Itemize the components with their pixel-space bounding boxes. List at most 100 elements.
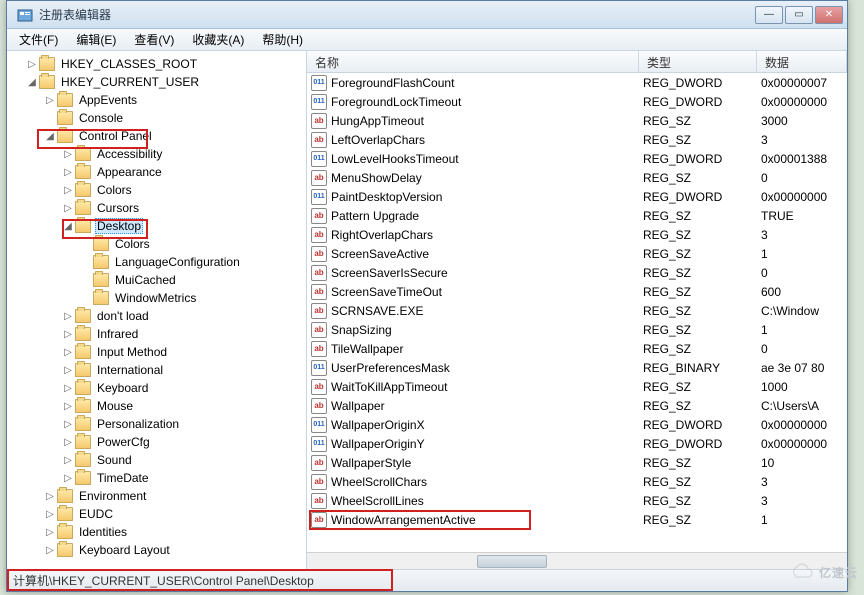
tree-node-don-t-load[interactable]: ▷don't load	[7, 307, 306, 325]
value-row[interactable]: ScreenSaveActiveREG_SZ1	[307, 244, 847, 263]
value-row[interactable]: WallpaperREG_SZC:\Users\A	[307, 396, 847, 415]
menu-2[interactable]: 查看(V)	[126, 29, 182, 50]
tree-node-mouse[interactable]: ▷Mouse	[7, 397, 306, 415]
value-row[interactable]: HungAppTimeoutREG_SZ3000	[307, 111, 847, 130]
expander-icon[interactable]: ◢	[61, 221, 75, 232]
expander-icon[interactable]: ▷	[61, 401, 75, 412]
tree-node-eudc[interactable]: ▷EUDC	[7, 505, 306, 523]
minimize-button[interactable]: —	[755, 6, 783, 24]
tree-label: Environment	[77, 489, 148, 503]
expander-icon[interactable]: ▷	[61, 347, 75, 358]
tree-node-windowmetrics[interactable]: ▷WindowMetrics	[7, 289, 306, 307]
expander-icon[interactable]: ▷	[61, 383, 75, 394]
menu-1[interactable]: 编辑(E)	[68, 29, 124, 50]
value-row[interactable]: ForegroundFlashCountREG_DWORD0x00000007	[307, 73, 847, 92]
tree-node-hkey-classes-root[interactable]: ▷HKEY_CLASSES_ROOT	[7, 55, 306, 73]
column-type[interactable]: 类型	[639, 51, 757, 72]
value-row[interactable]: RightOverlapCharsREG_SZ3	[307, 225, 847, 244]
tree-node-infrared[interactable]: ▷Infrared	[7, 325, 306, 343]
expander-icon[interactable]: ▷	[61, 437, 75, 448]
tree-node-environment[interactable]: ▷ Environment	[7, 487, 306, 505]
expander-icon[interactable]: ▷	[43, 527, 57, 538]
expander-icon[interactable]: ▷	[43, 545, 57, 556]
column-data[interactable]: 数据	[757, 51, 847, 72]
expander-icon[interactable]: ▷	[61, 167, 75, 178]
tree-node-accessibility[interactable]: ▷Accessibility	[7, 145, 306, 163]
tree-node-input-method[interactable]: ▷Input Method	[7, 343, 306, 361]
expander-icon[interactable]: ▷	[61, 473, 75, 484]
tree-node-appearance[interactable]: ▷Appearance	[7, 163, 306, 181]
list-body[interactable]: ForegroundFlashCountREG_DWORD0x00000007F…	[307, 73, 847, 552]
tree-node-timedate[interactable]: ▷TimeDate	[7, 469, 306, 487]
expander-icon[interactable]: ▷	[61, 311, 75, 322]
expander-icon[interactable]: ▷	[43, 509, 57, 520]
value-row[interactable]: TileWallpaperREG_SZ0	[307, 339, 847, 358]
tree-node-colors[interactable]: ▷Colors	[7, 235, 306, 253]
expander-icon[interactable]: ▷	[61, 365, 75, 376]
title-bar[interactable]: 注册表编辑器 — ▭ ✕	[7, 1, 847, 29]
value-row[interactable]: SCRNSAVE.EXEREG_SZC:\Window	[307, 301, 847, 320]
value-row[interactable]: WheelScrollLinesREG_SZ3	[307, 491, 847, 510]
value-row[interactable]: MenuShowDelayREG_SZ0	[307, 168, 847, 187]
value-row[interactable]: ScreenSaverIsSecureREG_SZ0	[307, 263, 847, 282]
expander-icon[interactable]: ▷	[43, 491, 57, 502]
string-value-icon	[311, 398, 327, 414]
tree-node-colors[interactable]: ▷Colors	[7, 181, 306, 199]
folder-icon	[75, 201, 91, 215]
tree-label: Personalization	[95, 417, 181, 431]
expander-icon[interactable]: ▷	[61, 203, 75, 214]
scrollbar-thumb[interactable]	[477, 555, 547, 568]
tree-node-keyboard[interactable]: ▷Keyboard	[7, 379, 306, 397]
expander-icon[interactable]: ▷	[61, 419, 75, 430]
value-row[interactable]: ForegroundLockTimeoutREG_DWORD0x00000000	[307, 92, 847, 111]
tree-node-appevents[interactable]: ▷AppEvents	[7, 91, 306, 109]
value-row[interactable]: WaitToKillAppTimeoutREG_SZ1000	[307, 377, 847, 396]
expander-icon[interactable]: ▷	[61, 185, 75, 196]
tree-node-powercfg[interactable]: ▷PowerCfg	[7, 433, 306, 451]
close-button[interactable]: ✕	[815, 6, 843, 24]
value-row[interactable]: LeftOverlapCharsREG_SZ3	[307, 130, 847, 149]
tree-node-keyboard-layout[interactable]: ▷Keyboard Layout	[7, 541, 306, 559]
tree-node-muicached[interactable]: ▷MuiCached	[7, 271, 306, 289]
value-row[interactable]: WindowArrangementActiveREG_SZ1	[307, 510, 847, 529]
column-name[interactable]: 名称	[307, 51, 639, 72]
value-type: REG_SZ	[639, 133, 757, 147]
value-row[interactable]: UserPreferencesMaskREG_BINARYae 3e 07 80	[307, 358, 847, 377]
value-row[interactable]: LowLevelHooksTimeoutREG_DWORD0x00001388	[307, 149, 847, 168]
expander-icon[interactable]: ▷	[61, 149, 75, 160]
value-row[interactable]: WallpaperOriginYREG_DWORD0x00000000	[307, 434, 847, 453]
tree-node-international[interactable]: ▷International	[7, 361, 306, 379]
menu-0[interactable]: 文件(F)	[11, 29, 66, 50]
expander-icon[interactable]: ◢	[43, 131, 57, 142]
string-value-icon	[311, 341, 327, 357]
expander-icon[interactable]: ▷	[61, 329, 75, 340]
folder-icon	[75, 345, 91, 359]
menu-4[interactable]: 帮助(H)	[254, 29, 311, 50]
tree-node-desktop[interactable]: ◢Desktop	[7, 217, 306, 235]
value-row[interactable]: ScreenSaveTimeOutREG_SZ600	[307, 282, 847, 301]
tree-node-hkey-current-user[interactable]: ◢HKEY_CURRENT_USER	[7, 73, 306, 91]
tree-node-languageconfiguration[interactable]: ▷LanguageConfiguration	[7, 253, 306, 271]
maximize-button[interactable]: ▭	[785, 6, 813, 24]
expander-icon[interactable]: ▷	[43, 95, 57, 106]
tree-node-control-panel[interactable]: ◢Control Panel	[7, 127, 306, 145]
tree-node-personalization[interactable]: ▷ Personalization	[7, 415, 306, 433]
horizontal-scrollbar[interactable]	[307, 552, 847, 569]
tree-node-console[interactable]: ▷Console	[7, 109, 306, 127]
expander-icon[interactable]: ▷	[61, 455, 75, 466]
value-row[interactable]: WallpaperStyleREG_SZ10	[307, 453, 847, 472]
tree-pane[interactable]: ▷HKEY_CLASSES_ROOT◢HKEY_CURRENT_USER▷App…	[7, 51, 307, 569]
menu-3[interactable]: 收藏夹(A)	[184, 29, 252, 50]
expander-icon[interactable]: ◢	[25, 77, 39, 88]
tree-node-sound[interactable]: ▷Sound	[7, 451, 306, 469]
folder-icon	[75, 435, 91, 449]
tree-node-cursors[interactable]: ▷Cursors	[7, 199, 306, 217]
value-row[interactable]: SnapSizingREG_SZ1	[307, 320, 847, 339]
value-row[interactable]: WheelScrollCharsREG_SZ3	[307, 472, 847, 491]
expander-icon[interactable]: ▷	[25, 59, 39, 70]
tree-node-identities[interactable]: ▷Identities	[7, 523, 306, 541]
value-row[interactable]: WallpaperOriginXREG_DWORD0x00000000	[307, 415, 847, 434]
folder-icon	[93, 273, 109, 287]
value-row[interactable]: Pattern UpgradeREG_SZTRUE	[307, 206, 847, 225]
value-row[interactable]: PaintDesktopVersionREG_DWORD0x00000000	[307, 187, 847, 206]
